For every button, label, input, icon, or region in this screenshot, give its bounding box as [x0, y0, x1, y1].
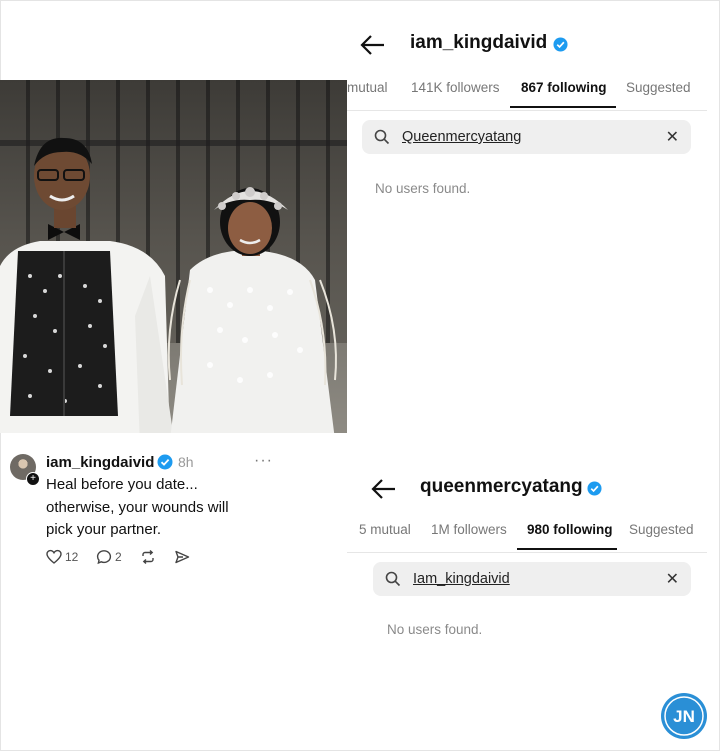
tab-followers[interactable]: 141K followers	[411, 80, 500, 95]
profile-username: iam_kingdaivid	[410, 32, 548, 53]
follow-plus-icon[interactable]: +	[26, 472, 40, 486]
post-text-line: otherwise, your wounds will	[46, 498, 229, 516]
share-button[interactable]	[174, 548, 193, 566]
tab-suggested[interactable]: Suggested	[629, 522, 694, 537]
search-input[interactable]: Iam_kingdaivid ✕	[373, 562, 691, 596]
tab-following[interactable]: 867 following	[521, 80, 607, 95]
reply-button[interactable]: 2	[96, 548, 122, 566]
more-options-icon[interactable]: ···	[254, 452, 273, 470]
list-tabs: mutual 141K followers 867 following Sugg…	[347, 80, 707, 111]
reply-count: 2	[115, 550, 122, 564]
couple-photo	[0, 80, 347, 433]
repost-button[interactable]	[140, 548, 159, 566]
post-username[interactable]: iam_kingdaivid	[46, 454, 154, 471]
search-icon	[385, 571, 401, 587]
clear-search-icon[interactable]: ✕	[666, 569, 679, 589]
search-input[interactable]: Queenmercyatang ✕	[362, 120, 691, 154]
post-text-line: pick your partner.	[46, 521, 162, 538]
post-timestamp: 8h	[178, 454, 194, 470]
like-count: 12	[65, 550, 79, 564]
back-arrow-icon[interactable]	[371, 478, 397, 500]
verified-badge-icon	[553, 37, 568, 52]
jn-logo: JN	[661, 693, 707, 739]
heart-icon	[46, 549, 62, 564]
logo-text: JN	[673, 707, 695, 726]
tab-mutual[interactable]: 5 mutual	[359, 522, 411, 537]
active-tab-indicator	[510, 106, 616, 108]
verified-badge-icon	[157, 454, 173, 470]
tab-mutual[interactable]: mutual	[347, 80, 388, 95]
following-list-bottom: queenmercyatang 5 mutual 1M followers 98…	[347, 462, 709, 652]
profile-username: queenmercyatang	[420, 476, 583, 497]
threads-post: + iam_kingdaivid 8h ··· Heal before you …	[0, 440, 280, 580]
post-text-line: Heal before you date...	[46, 476, 198, 493]
clear-search-icon[interactable]: ✕	[666, 127, 679, 147]
list-tabs: 5 mutual 1M followers 980 following Sugg…	[347, 522, 707, 553]
active-tab-indicator	[517, 548, 617, 550]
search-query: Queenmercyatang	[402, 129, 522, 145]
send-icon	[175, 550, 190, 564]
following-list-top: iam_kingdaivid mutual 141K followers 867…	[347, 18, 709, 218]
search-icon	[374, 129, 390, 145]
back-arrow-icon[interactable]	[360, 34, 386, 56]
post-text: Heal before you date... otherwise, your …	[46, 474, 266, 542]
like-button[interactable]: 12	[46, 548, 78, 566]
comment-icon	[96, 550, 112, 565]
woman-figure	[167, 187, 337, 433]
search-query: Iam_kingdaivid	[413, 571, 510, 587]
empty-results-message: No users found.	[387, 622, 483, 637]
tab-followers[interactable]: 1M followers	[431, 522, 507, 537]
tab-suggested[interactable]: Suggested	[626, 80, 691, 95]
verified-badge-icon	[587, 481, 602, 496]
repost-icon	[142, 549, 154, 565]
tab-following[interactable]: 980 following	[527, 522, 613, 537]
empty-results-message: No users found.	[375, 181, 471, 196]
